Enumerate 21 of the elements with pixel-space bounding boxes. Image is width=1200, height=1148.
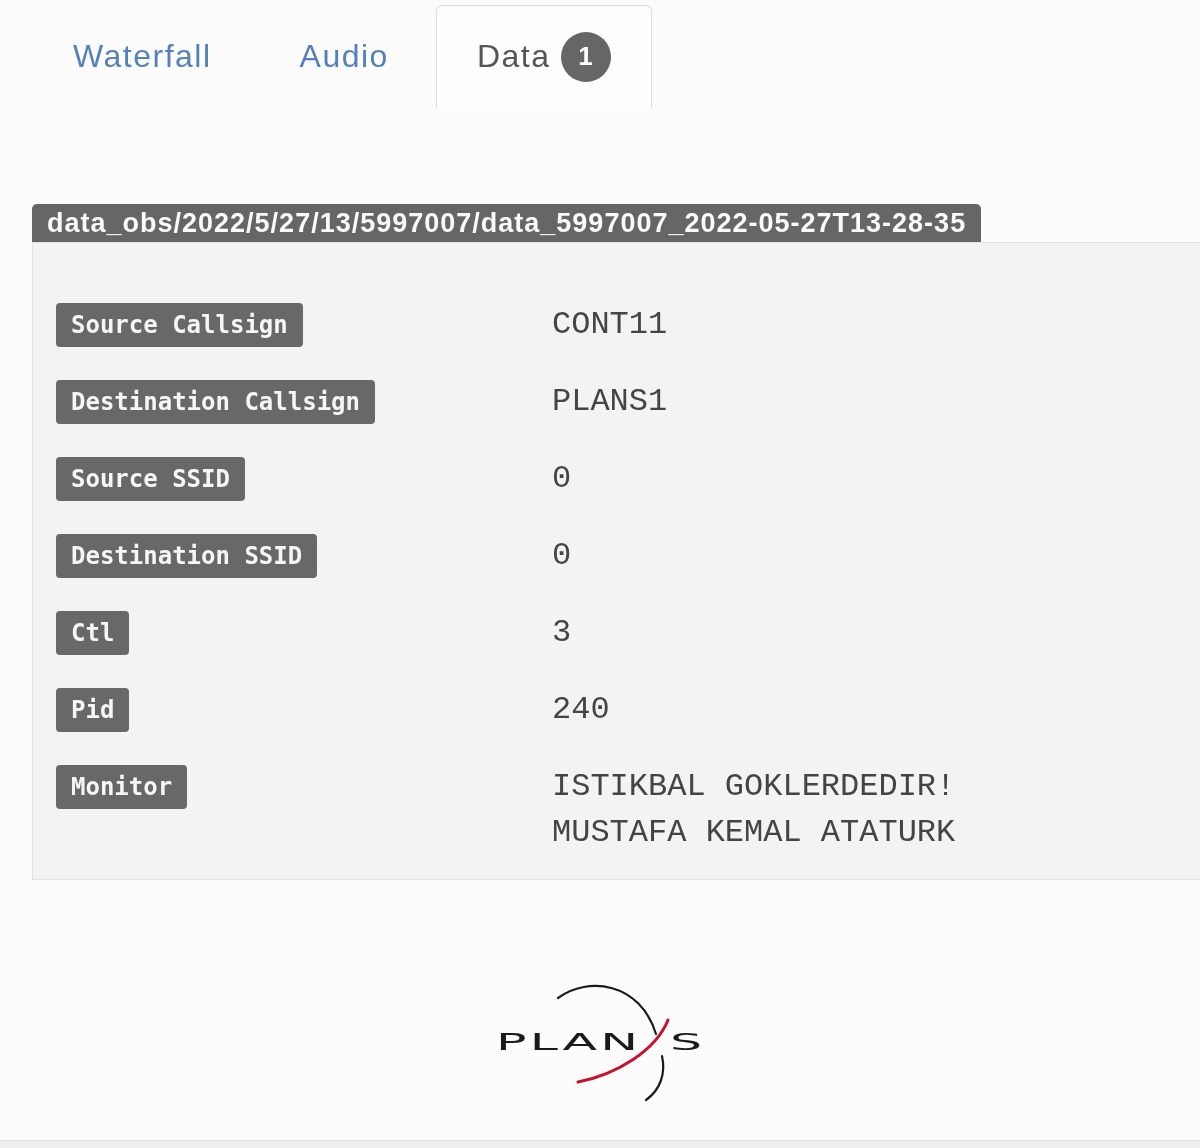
logo-text: PLAN — [496, 1028, 642, 1055]
field-label: Source SSID — [56, 456, 245, 501]
field-label: Ctl — [56, 610, 130, 655]
field-value: 0 — [552, 535, 572, 576]
field-value: 0 — [552, 458, 572, 499]
field-value: 3 — [552, 612, 572, 653]
field-value: 240 — [552, 689, 610, 730]
tab[interactable]: Waterfall — [32, 5, 253, 109]
count-badge: 1 — [560, 31, 611, 82]
field-label: Destination SSID — [56, 533, 318, 578]
field-label: Pid — [56, 687, 130, 732]
field-value: ISTIKBAL GOKLERDEDIR! MUSTAFA KEMAL ATATURK — [552, 766, 956, 853]
field-label: Source Callsign — [56, 302, 303, 347]
field-value: CONT11 — [552, 304, 668, 345]
tab[interactable]: Data 1 — [435, 5, 652, 109]
field-label: Monitor — [56, 764, 188, 809]
field-value: PLANS1 — [552, 381, 668, 422]
tab[interactable]: Audio — [258, 5, 430, 109]
logo-text: S — [670, 1028, 703, 1055]
field-label: Destination Callsign — [56, 379, 375, 424]
file-path-label: data_obs/2022/5/27/13/5997007/data_5997007_2022-05-27T13-28-35 — [32, 203, 982, 242]
